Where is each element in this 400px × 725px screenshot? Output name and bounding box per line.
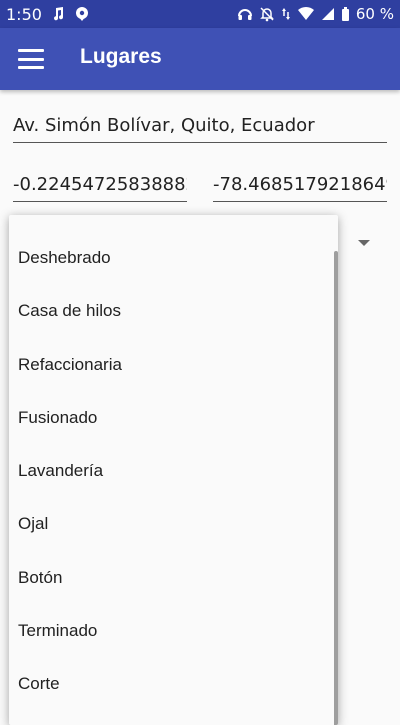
dropdown-option[interactable]: Fusionado: [9, 391, 338, 444]
status-bar-left: 1:50: [6, 5, 90, 24]
signal-transfer-icon: [281, 6, 291, 22]
dropdown-option[interactable]: Ojal: [9, 497, 338, 550]
location-pin-icon: [74, 6, 90, 22]
music-note-icon: [50, 6, 66, 22]
dropdown-option[interactable]: Terminado: [9, 604, 338, 657]
notifications-off-icon: [259, 6, 275, 22]
status-bar-right: 60 %: [237, 5, 394, 23]
app-bar: Lugares: [0, 28, 400, 90]
dropdown-option-list: Deshebrado Casa de hilos Refaccionaria F…: [9, 215, 338, 711]
category-dropdown-popup: Deshebrado Casa de hilos Refaccionaria F…: [9, 215, 338, 725]
cell-signal-icon: [321, 6, 335, 22]
dropdown-option[interactable]: Corte: [9, 657, 338, 710]
dropdown-option[interactable]: Refaccionaria: [9, 338, 338, 391]
address-input[interactable]: [13, 112, 387, 143]
battery-percentage: 60 %: [355, 5, 394, 23]
dropdown-arrow-icon[interactable]: [358, 240, 370, 246]
dropdown-option[interactable]: Casa de hilos: [9, 284, 338, 337]
headphones-icon: [237, 6, 253, 22]
latitude-input[interactable]: [13, 171, 187, 202]
wifi-icon: [297, 6, 315, 22]
page-title: Lugares: [80, 45, 162, 68]
battery-icon: [341, 6, 350, 22]
dropdown-option[interactable]: Lavandería: [9, 444, 338, 497]
popup-scrollbar[interactable]: [334, 251, 338, 725]
dropdown-option[interactable]: Deshebrado: [9, 231, 338, 284]
status-bar: 1:50 60 %: [0, 0, 400, 28]
longitude-input[interactable]: [213, 171, 387, 202]
hamburger-menu-icon[interactable]: [18, 47, 44, 71]
dropdown-option[interactable]: Botón: [9, 551, 338, 604]
status-time: 1:50: [6, 4, 42, 24]
